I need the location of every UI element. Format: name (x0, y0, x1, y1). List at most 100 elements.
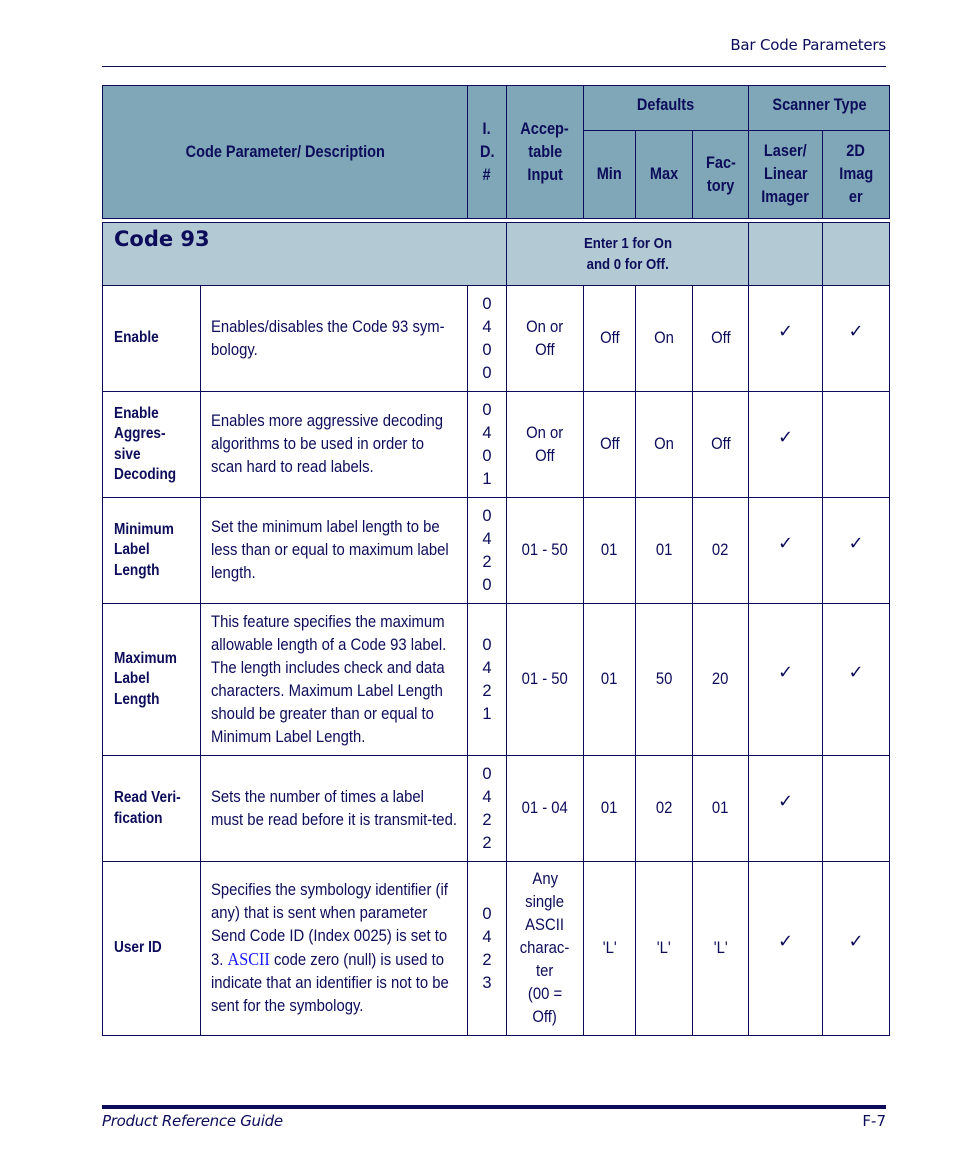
acceptable-input-line: ASCII (525, 916, 565, 934)
id-digit: 4 (482, 317, 492, 336)
default-factory: 'L' (691, 861, 750, 1036)
parameter-row: User ID Specifies the symbology identifie… (102, 861, 891, 1036)
default-factory: 01 (691, 755, 750, 862)
acceptable-input: On or Off (506, 391, 584, 498)
header-acceptable-input: Accep-table Input (506, 85, 584, 219)
parameter-name: Minimum Label Length (102, 497, 201, 604)
header-id-line: I. (482, 119, 492, 138)
section-note: Enter 1 for On and 0 for Off. (505, 222, 750, 286)
checkmark-icon: ✓ (777, 930, 794, 952)
acceptable-input-line: Any (532, 870, 558, 888)
parameter-row: Maximum Label Length This feature specifies… (102, 603, 891, 756)
checkmark-icon: ✓ (777, 661, 794, 683)
header-laser-line: Laser/ (764, 142, 807, 160)
header-id-line: D. (479, 142, 495, 161)
scanner-2d-support (822, 755, 891, 862)
parameter-description-text: Enables more aggressive decoding algorit… (211, 412, 443, 476)
default-factory: 20 (691, 603, 750, 756)
section-2d-cell (822, 222, 891, 286)
id-digit: 1 (482, 469, 492, 488)
default-factory: Off (691, 391, 750, 498)
parameter-name-line: Length (114, 690, 160, 708)
id-digit: 2 (482, 810, 492, 829)
section-laser-cell (748, 222, 824, 286)
parameter-name-line: Enable (114, 404, 159, 422)
checkmark-icon: ✓ (777, 320, 794, 342)
id-digit: 2 (482, 833, 492, 852)
id-digit: 0 (482, 446, 492, 465)
parameter-description-text: Set the minimum label length to be less … (211, 518, 449, 582)
acceptable-input: 01 - 50 (506, 603, 584, 756)
default-max: 02 (635, 755, 693, 862)
section-note-line: and 0 for Off. (586, 256, 669, 273)
acceptable-input: 01 - 50 (506, 497, 584, 604)
header-laser-linear-imager: Laser/Linear Imager (748, 130, 824, 219)
acceptable-input-line: charac- (520, 939, 570, 957)
default-factory: 02 (691, 497, 750, 604)
scanner-2d-support (822, 391, 891, 498)
header-factory-line: tory (706, 176, 735, 195)
section-title: Code 93 (102, 222, 507, 286)
header-laser-line: Linear (763, 165, 808, 183)
scanner-laser-support: ✓ (748, 285, 824, 392)
checkmark-icon: ✓ (777, 790, 794, 812)
header-2d-line: er (849, 188, 863, 206)
acceptable-input-line: single (525, 893, 565, 911)
parameter-name-line: sive (114, 445, 141, 463)
id-digit: 2 (482, 552, 492, 571)
parameter-name-line: Label (114, 670, 150, 688)
id-digit: 2 (482, 681, 492, 700)
default-max: On (635, 391, 693, 498)
header-code-parameter: Code Parameter/ Description (102, 85, 468, 219)
id-digit: 2 (482, 950, 492, 969)
id-digit: 3 (482, 973, 492, 992)
parameter-name-line: Read Veri- (114, 789, 181, 806)
header-factory: Fac-tory (691, 130, 750, 219)
header-scanner-type: Scanner Type (748, 85, 891, 131)
parameter-row: Enable Aggres-sive Decoding Enables more ag… (102, 391, 891, 498)
acceptable-input-line: Off) (532, 1008, 558, 1026)
default-min: 'L' (583, 861, 636, 1036)
parameter-name-line: Maximum (114, 649, 177, 667)
parameter-name: Maximum Label Length (102, 603, 201, 756)
running-header-title: Bar Code Parameters (730, 36, 886, 54)
parameter-name-line: Enable (114, 329, 159, 347)
header-factory-line: Fac- (705, 153, 736, 172)
id-digit: 4 (482, 927, 492, 946)
parameter-description-text: Sets the number of times a label must be… (211, 787, 457, 829)
checkmark-icon: ✓ (777, 532, 794, 554)
parameter-name-line: fication (114, 809, 163, 827)
default-factory: Off (691, 285, 750, 392)
default-max: 01 (635, 497, 693, 604)
code93-parameter-table: Code Parameter/ Description I. D. # Accep-… (102, 85, 891, 1036)
scanner-2d-support: ✓ (822, 497, 891, 604)
default-max: 'L' (635, 861, 693, 1036)
id-digit: 0 (482, 400, 492, 419)
parameter-description: Sets the number of times a label must be… (200, 755, 468, 862)
acceptable-input: 01 - 04 (506, 755, 584, 862)
scanner-laser-support: ✓ (748, 603, 824, 756)
id-digit: 0 (482, 764, 492, 783)
acceptable-input-line: Off (535, 446, 555, 465)
scanner-2d-support: ✓ (822, 603, 891, 756)
default-min: 01 (583, 497, 636, 604)
ascii-link[interactable]: ASCII (228, 949, 270, 969)
scanner-laser-support: ✓ (748, 391, 824, 498)
header-defaults: Defaults (582, 85, 750, 131)
parameter-name: Enable Aggres-sive Decoding (102, 391, 201, 498)
default-max: 50 (635, 603, 693, 756)
header-id: I. D. # (467, 85, 507, 219)
parameter-description-text: This feature specifies the maximum allow… (211, 612, 447, 746)
id-digit: 0 (482, 635, 492, 654)
id-digit: 0 (482, 340, 492, 359)
header-acceptable-input-line: table (528, 142, 562, 161)
checkmark-icon: ✓ (848, 320, 864, 342)
acceptable-input: On or Off (506, 285, 584, 392)
parameter-description-text: Enables/disables the Code 93 sym-bology. (211, 317, 445, 359)
acceptable-input-line: 01 - 04 (521, 799, 569, 817)
scanner-laser-support: ✓ (748, 755, 824, 862)
id-digit: 0 (482, 363, 492, 382)
parameter-name-line: Decoding (114, 466, 177, 483)
parameter-description: Enables more aggressive decoding algorit… (200, 391, 468, 498)
parameter-description: Specifies the symbology identifier (if a… (200, 861, 468, 1036)
